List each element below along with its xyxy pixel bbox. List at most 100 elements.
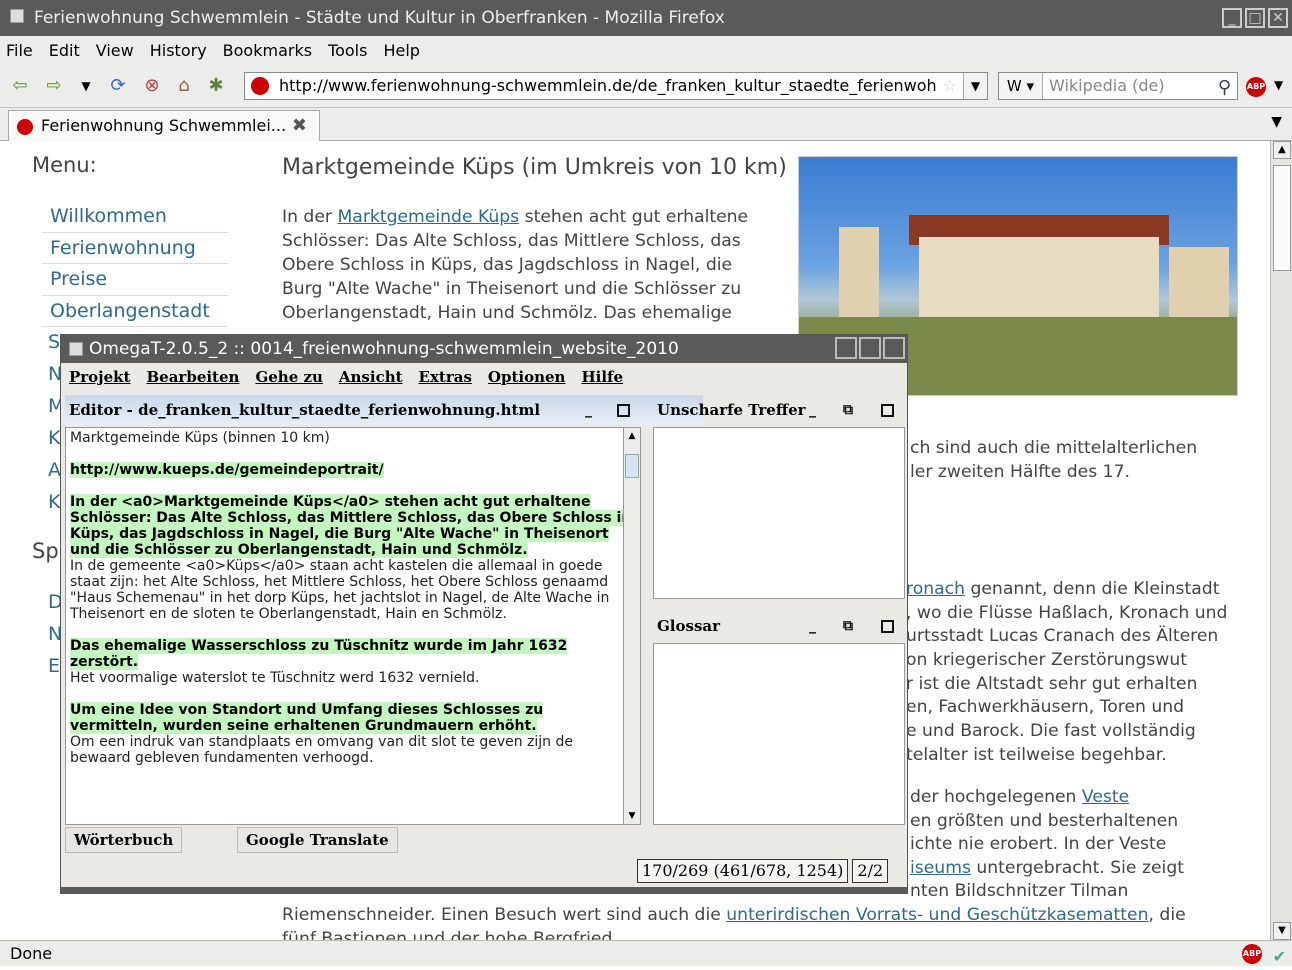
tab-google-translate[interactable]: Google Translate bbox=[237, 827, 398, 853]
segment[interactable]: http://www.kueps.de/gemeindeportrait/ bbox=[70, 462, 634, 478]
article-line: e und Barock. Die fast vollständig bbox=[906, 721, 1196, 741]
side-menu-item-preise[interactable]: Preise bbox=[42, 264, 228, 296]
editor-pane[interactable]: Marktgemeinde Küps (binnen 10 km) http:/… bbox=[65, 427, 639, 825]
search-engine-selector[interactable]: W ▾ bbox=[999, 73, 1043, 99]
tab-dictionary[interactable]: Wörterbuch bbox=[65, 827, 183, 853]
article-line: Oberlangenstadt, Hain und Schmölz. Das e… bbox=[282, 303, 732, 323]
fuzzy-maximize-icon[interactable] bbox=[881, 404, 894, 417]
fuzzy-matches-pane[interactable] bbox=[653, 427, 905, 599]
side-menu-item-oberlangenstadt[interactable]: Oberlangenstadt bbox=[42, 296, 228, 328]
url-text[interactable]: http://www.ferienwohnung-schwemmlein.de/… bbox=[279, 76, 937, 95]
menu-file[interactable]: File bbox=[6, 41, 33, 60]
status-bar: Done ABP ✔ bbox=[0, 940, 1292, 966]
adblock-icon[interactable]: ABP bbox=[1246, 77, 1266, 97]
omegat-menu-extras[interactable]: Extras bbox=[419, 368, 472, 386]
omegat-close-button[interactable] bbox=[883, 337, 905, 359]
stop-icon[interactable]: ⊗ bbox=[142, 76, 162, 96]
minimize-button[interactable]: _ bbox=[1222, 8, 1242, 28]
omegat-menu-projekt[interactable]: Projekt bbox=[69, 368, 130, 386]
segment[interactable]: In der <a0>Marktgemeinde Küps</a0> stehe… bbox=[70, 494, 634, 622]
article-line: In der Marktgemeinde Küps stehen acht gu… bbox=[282, 207, 749, 227]
progress-counter: 170/269 (461/678, 1254) bbox=[637, 859, 849, 883]
editor-scroll-thumb[interactable] bbox=[625, 454, 639, 478]
forward-icon[interactable]: ⇨ bbox=[44, 76, 64, 96]
editor-scrollbar[interactable]: ▲ ▼ bbox=[623, 427, 641, 825]
close-tab-icon[interactable]: ✖ bbox=[292, 111, 307, 141]
bookmark-icon[interactable]: ✱ bbox=[206, 76, 226, 96]
omegat-menu-hilfe[interactable]: Hilfe bbox=[581, 368, 623, 386]
segment-translation[interactable]: In de gemeente <a0>Küps</a0> staan acht … bbox=[70, 558, 634, 622]
reload-icon[interactable]: ⟳ bbox=[108, 76, 128, 96]
omegat-menu-gehe-zu[interactable]: Gehe zu bbox=[255, 368, 322, 386]
fuzzy-float-icon[interactable]: ⧉ bbox=[843, 395, 853, 425]
menu-edit[interactable]: Edit bbox=[49, 41, 80, 60]
wikipedia-icon: W bbox=[1006, 77, 1022, 95]
adblock-dropdown-icon[interactable]: ▼ bbox=[1274, 78, 1283, 92]
castle-body bbox=[919, 237, 1159, 317]
url-dropdown-icon[interactable]: ▼ bbox=[963, 73, 987, 99]
editor-scroll-down-icon[interactable]: ▼ bbox=[624, 808, 640, 824]
link-kronach[interactable]: ronach bbox=[906, 579, 965, 599]
menu-bookmarks[interactable]: Bookmarks bbox=[223, 41, 312, 60]
segment[interactable]: Das ehemalige Wasserschloss zu Tüschnitz… bbox=[70, 638, 634, 686]
omegat-maximize-button[interactable] bbox=[859, 337, 881, 359]
star-icon[interactable]: ☆ bbox=[943, 73, 957, 99]
segment-translation[interactable]: Het voormalige waterslot te Tüschnitz we… bbox=[70, 670, 634, 686]
glossary-minimize-icon[interactable]: _ bbox=[809, 611, 816, 641]
side-menu-item[interactable]: E bbox=[48, 655, 60, 677]
menu-tools[interactable]: Tools bbox=[328, 41, 367, 60]
url-bar[interactable]: http://www.ferienwohnung-schwemmlein.de/… bbox=[244, 72, 988, 100]
dropdown-icon[interactable]: ▼ bbox=[76, 76, 96, 96]
adblock-status-icon[interactable]: ABP bbox=[1242, 944, 1262, 964]
editor-scroll-up-icon[interactable]: ▲ bbox=[624, 428, 640, 444]
site-favicon-icon bbox=[251, 77, 269, 95]
window-menu-icon[interactable] bbox=[10, 9, 24, 23]
menu-view[interactable]: View bbox=[96, 41, 134, 60]
side-menu-item[interactable]: K bbox=[48, 427, 60, 449]
omegat-menu-optionen[interactable]: Optionen bbox=[488, 368, 566, 386]
glossary-maximize-icon[interactable] bbox=[881, 620, 894, 633]
omegat-menu-bearbeiten[interactable]: Bearbeiten bbox=[146, 368, 239, 386]
side-menu-item-ferienwohnung[interactable]: Ferienwohnung bbox=[42, 233, 228, 265]
omegat-minimize-button[interactable] bbox=[835, 337, 857, 359]
maximize-button[interactable]: □ bbox=[1245, 8, 1265, 28]
segment-source: Das ehemalige Wasserschloss zu Tüschnitz… bbox=[70, 638, 568, 670]
omegat-menu-ansicht[interactable]: Ansicht bbox=[339, 368, 403, 386]
search-input[interactable]: Wikipedia (de) bbox=[1049, 73, 1165, 99]
menu-heading: Menu: bbox=[32, 153, 97, 177]
link-museums[interactable]: iseums bbox=[910, 858, 971, 878]
home-icon[interactable]: ⌂ bbox=[174, 76, 194, 96]
article-line: ronach genannt, denn die Kleinstadt bbox=[906, 579, 1220, 599]
link-kasematten[interactable]: unterirdischen Vorrats- und Geschützkase… bbox=[726, 905, 1148, 925]
section2-heading: Sp bbox=[32, 539, 59, 563]
search-icon[interactable]: ⚲ bbox=[1218, 75, 1231, 101]
glossary-pane[interactable] bbox=[653, 643, 905, 825]
segment[interactable]: Um eine Idee von Standort und Umfang die… bbox=[70, 702, 634, 766]
side-menu-item[interactable]: K bbox=[48, 491, 60, 513]
scroll-thumb[interactable] bbox=[1273, 165, 1291, 271]
close-window-button[interactable]: ✕ bbox=[1268, 8, 1288, 28]
scroll-up-icon[interactable]: ▲ bbox=[1273, 141, 1291, 159]
omegat-window-menu-icon[interactable] bbox=[69, 342, 83, 356]
segment-source: In der <a0>Marktgemeinde Küps</a0> stehe… bbox=[70, 494, 632, 558]
back-icon[interactable]: ⇦ bbox=[10, 76, 30, 96]
link-marktgemeinde-kueps[interactable]: Marktgemeinde Küps bbox=[337, 207, 519, 227]
editor-maximize-icon[interactable] bbox=[617, 404, 630, 417]
side-menu-item-willkommen[interactable]: Willkommen bbox=[42, 201, 228, 233]
page-scrollbar[interactable]: ▲ ▼ bbox=[1270, 141, 1292, 940]
search-box[interactable]: W ▾ Wikipedia (de) ⚲ bbox=[998, 72, 1238, 100]
article-line: Schlösser: Das Alte Schloss, das Mittler… bbox=[282, 231, 741, 251]
omegat-bottom-border bbox=[61, 887, 907, 893]
status-text: Done bbox=[10, 944, 53, 963]
segment-translation[interactable]: Om een indruk van standplaats en omvang … bbox=[70, 734, 634, 766]
glossary-float-icon[interactable]: ⧉ bbox=[843, 611, 853, 641]
fuzzy-minimize-icon[interactable]: _ bbox=[809, 395, 816, 425]
menu-help[interactable]: Help bbox=[383, 41, 419, 60]
tab-list-icon[interactable]: ▼ bbox=[1271, 114, 1282, 130]
link-veste[interactable]: Veste bbox=[1082, 787, 1129, 807]
editor-minimize-icon[interactable]: _ bbox=[585, 395, 592, 425]
scroll-down-icon[interactable]: ▼ bbox=[1273, 922, 1291, 940]
menu-history[interactable]: History bbox=[150, 41, 207, 60]
tab-ferienwohnung[interactable]: Ferienwohnung Schwemmlei... ✖ bbox=[8, 110, 320, 141]
side-menu-item[interactable]: S bbox=[48, 331, 60, 353]
